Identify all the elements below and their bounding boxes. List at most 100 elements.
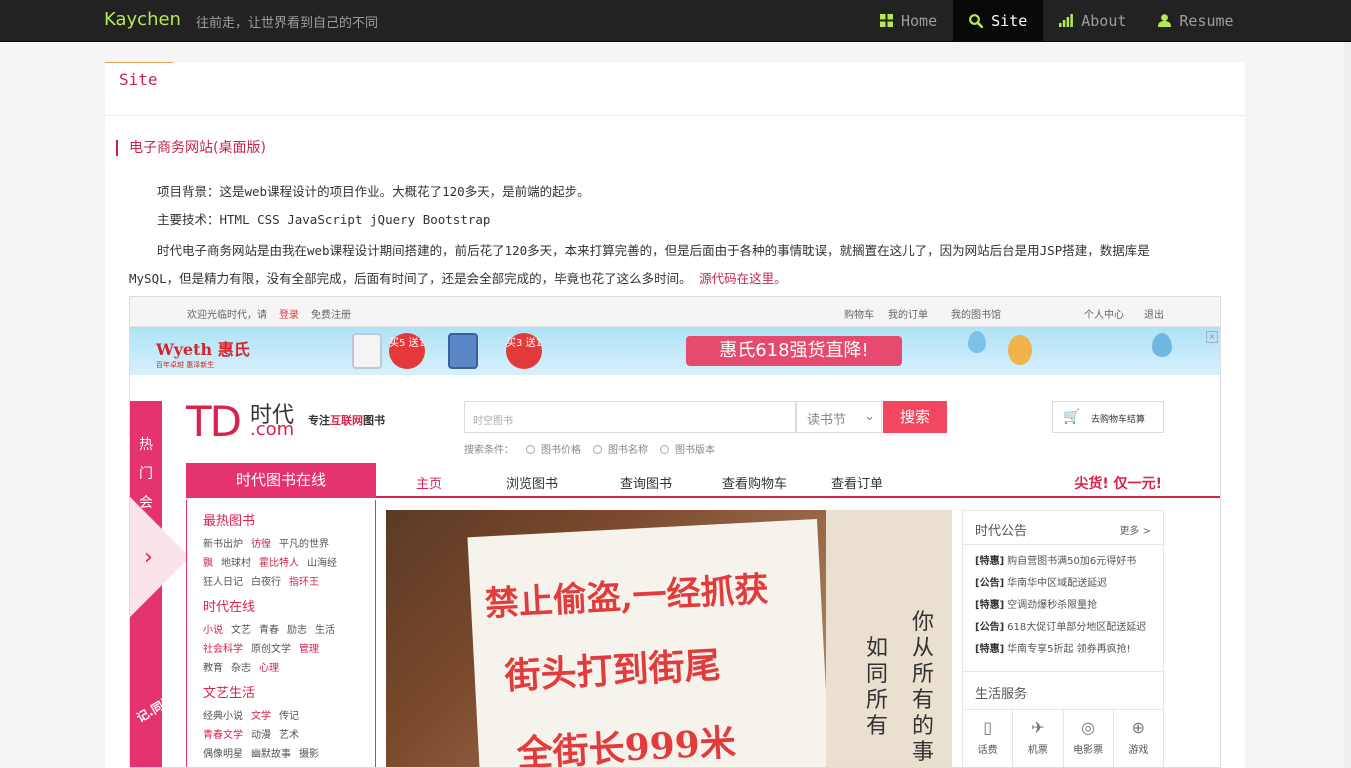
shot-topbar: 欢迎光临时代，请 登录 免费注册 购物车 我的订单 我的图书馆 个人中心 退出	[130, 297, 1220, 327]
shot-hero-photo: 禁止偷盗,一经抓获 街头打到街尾 全街长999米 如同所有 你从所有的事	[386, 510, 952, 768]
shot-navbar: 时代图书在线 主页 浏览图书 查询图书 查看购物车 查看订单 尖货! 仅一元!	[186, 463, 1220, 498]
shot-cat-row: 社会科学 原创文学 管理	[203, 644, 319, 655]
shot-cart: 购物车	[844, 310, 874, 321]
project-description: 时代电子商务网站是由我在web课程设计期间搭建的，前后花了120多天，本来打算完…	[129, 237, 1199, 293]
shot-cat-row: 教育 杂志 心理	[203, 663, 279, 674]
shot-login: 登录	[279, 310, 299, 321]
section-title: 电子商务网站(桌面版)	[116, 140, 266, 156]
shot-notice-item: [公告] 618大促订单部分地区配送延迟	[975, 622, 1147, 633]
nav-about-label: About	[1081, 11, 1127, 30]
chevron-down-icon: ⌄	[864, 409, 875, 424]
shot-life-flight: ✈ 机票	[1013, 710, 1064, 767]
shot-cat-title: 时代在线	[203, 600, 256, 615]
shot-notice-item: [特惠] 华南专享5折起 领券再疯抢!	[975, 644, 1131, 655]
shot-notice-more: 更多 >	[1119, 526, 1151, 537]
main-nav: Home Site About Resume	[864, 0, 1250, 41]
shot-logo-com: .com	[250, 419, 295, 440]
shot-orders: 我的订单	[888, 310, 928, 321]
shot-books: 我的图书馆	[951, 310, 1001, 321]
shot-nav-item: 查询图书	[620, 477, 673, 492]
shot-nav-hot: 尖货! 仅一元!	[1074, 476, 1162, 492]
shot-life-title: 生活服务	[975, 687, 1028, 702]
shot-cat-row: 新书出炉 彷徨 平凡的世界	[203, 539, 329, 550]
shot-banner-brand: Wyeth 惠氏 百年卓越 惠泽新生	[156, 340, 250, 369]
photo-text-line: 全街长999米	[515, 721, 737, 768]
nav-home-label: Home	[901, 11, 938, 30]
nav-site[interactable]: Site	[953, 0, 1044, 41]
radio-icon	[593, 445, 602, 454]
page-scrollbar[interactable]	[1344, 42, 1351, 768]
chevron-right-icon[interactable]: ›	[144, 545, 153, 570]
nav-resume-label: Resume	[1179, 11, 1234, 30]
project-background: 项目背景：这是web课程设计的项目作业。大概花了120多天，是前端的起步。	[157, 184, 590, 199]
gamepad-icon: ⊕	[1131, 718, 1146, 737]
phone-icon: ▯	[983, 718, 993, 737]
top-navbar: Kaychen 往前走，让世界看到自己的不同 Home Site About R…	[0, 0, 1351, 42]
description-text: 时代电子商务网站是由我在web课程设计期间搭建的，前后花了120多天，本来打算完…	[129, 243, 1150, 286]
shot-logout: 退出	[1144, 310, 1164, 321]
shot-logo-slogan: 专注互联网图书	[308, 414, 385, 427]
nav-home[interactable]: Home	[864, 0, 953, 41]
shot-cat-title: 最热图书	[203, 514, 256, 529]
close-icon[interactable]: ×	[1206, 331, 1218, 343]
shot-search-conditions: 搜索条件： 图书价格 图书名称 图书版本	[464, 445, 715, 456]
shot-cat-title: 文艺生活	[203, 686, 256, 701]
nav-resume[interactable]: Resume	[1142, 0, 1249, 41]
radio-icon	[526, 445, 535, 454]
shot-banner: Wyeth 惠氏 百年卓越 惠泽新生 买5 送1 买3 送1 惠氏618强货直降!…	[130, 327, 1220, 375]
shot-nav-item: 查看订单	[831, 477, 884, 492]
content-card: Site 电子商务网站(桌面版) 项目背景：这是web课程设计的项目作业。大概花…	[105, 62, 1245, 768]
photo-side-text: 如同所有	[866, 636, 889, 739]
shot-search-input: 时空图书	[464, 401, 796, 433]
grid-icon	[880, 14, 893, 27]
shot-life-phone: ▯ 话费	[963, 710, 1014, 767]
photo-side-text: 你从所有的事	[912, 610, 935, 765]
brand-slogan: 往前走，让世界看到自己的不同	[196, 16, 379, 31]
source-code-link[interactable]: 源代码在这里。	[699, 271, 787, 286]
shot-notice-item: [特惠] 购自营图书满50加6元得好书	[975, 556, 1137, 567]
search-icon	[969, 13, 984, 28]
shot-notice-item: [特惠] 空调劲爆秒杀限量抢	[975, 600, 1098, 611]
shot-offer-1: 买5 送1	[389, 333, 425, 369]
shot-logo-td: TD	[186, 397, 242, 446]
shot-cart-button: 🛒 去购物车结算	[1052, 401, 1164, 433]
shot-nav-head: 时代图书在线	[186, 463, 376, 498]
tab-site[interactable]: Site	[105, 62, 173, 115]
shot-nav-item: 主页	[416, 477, 443, 492]
photo-text-line: 禁止偷盗,一经抓获	[483, 569, 770, 625]
shot-life-movie: ◎ 电影票	[1064, 710, 1114, 767]
signal-icon	[1059, 14, 1074, 27]
shot-welcome: 欢迎光临时代，请	[187, 310, 267, 321]
shot-life-grid: ▯ 话费 ✈ 机票 ◎ 电影票 ⊕ 游戏	[963, 709, 1163, 767]
photo-text-line: 街头打到街尾	[503, 644, 722, 698]
shot-banner-promo: 惠氏618强货直降!	[686, 336, 902, 366]
balloon-icon	[968, 331, 986, 353]
shot-life-game: ⊕ 游戏	[1114, 710, 1163, 767]
shot-notice-item: [公告] 华南华中区域配送延迟	[975, 578, 1108, 589]
project-tech: 主要技术：HTML CSS JavaScript jQuery Bootstra…	[157, 212, 491, 227]
shot-cat-row: 偶像明星 幽默故事 摄影	[203, 749, 319, 760]
photo-paper: 禁止偷盗,一经抓获 街头打到街尾 全街长999米	[467, 519, 831, 768]
shot-offer-2: 买3 送1	[506, 333, 542, 369]
tab-site-label: Site	[119, 70, 158, 89]
radio-icon	[660, 445, 669, 454]
nav-about[interactable]: About	[1043, 0, 1142, 41]
plane-icon: ✈	[1031, 718, 1045, 737]
user-icon	[1158, 14, 1172, 27]
divider	[105, 115, 1245, 116]
product-can	[352, 333, 382, 369]
product-box	[448, 333, 478, 369]
shot-cat-row: 飘地球村 霍比特人 山海经	[203, 558, 337, 569]
shot-cat-row: 狂人日记 白夜行 指环王	[203, 577, 319, 588]
shot-notice-title: 时代公告	[975, 524, 1028, 539]
shot-search-button: 搜索	[883, 401, 947, 433]
shot-register: 免费注册	[311, 310, 351, 321]
nav-site-label: Site	[991, 11, 1028, 30]
shot-search-category: 读书节 ⌄	[796, 401, 882, 433]
shot-cat-row: 青春文学 动漫 艺术	[203, 730, 299, 741]
brand-logo[interactable]: Kaychen	[104, 9, 181, 30]
shot-category-panel: 最热图书 新书出炉 彷徨 平凡的世界 飘地球村 霍比特人 山海经 狂人日记 白夜行 指环王 …	[186, 500, 376, 767]
project-screenshot: 欢迎光临时代，请 登录 免费注册 购物车 我的订单 我的图书馆 个人中心 退出 …	[129, 296, 1221, 768]
shot-cat-row: 小说 文艺 青春 励志 生活	[203, 625, 335, 636]
cartoon-kid-icon	[1008, 335, 1032, 365]
